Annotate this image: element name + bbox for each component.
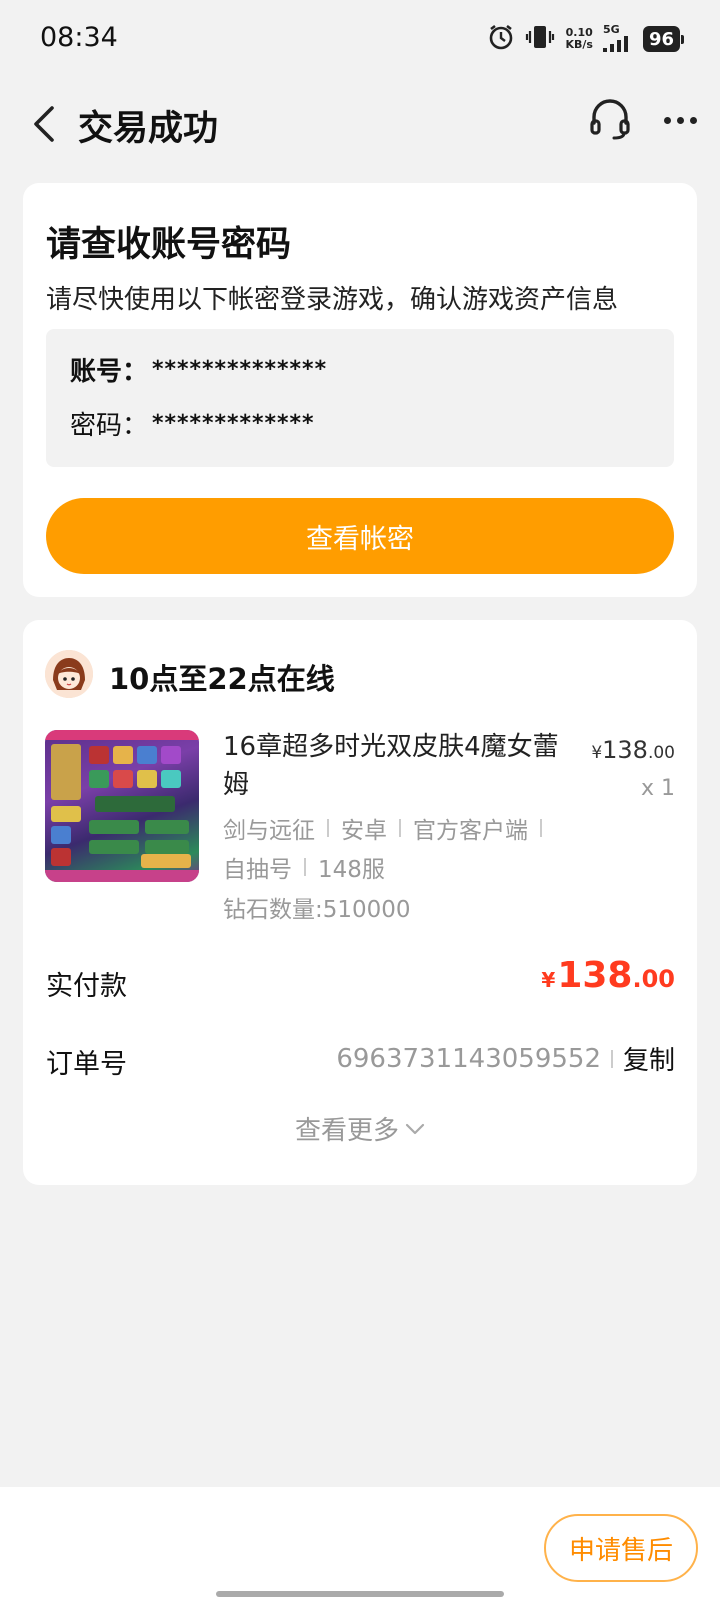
product-image[interactable]: [45, 730, 199, 882]
product-price: ¥138.00: [591, 736, 675, 764]
more-icon: [663, 116, 671, 124]
product-tags-line-1: 剑与远征 安卓 官方客户端: [223, 811, 554, 845]
copy-order-button[interactable]: 复制: [623, 1040, 675, 1077]
account-card-title: 请查收账号密码: [46, 225, 292, 265]
after-sales-button[interactable]: 申请售后: [544, 1514, 698, 1582]
credentials-box: 账号： ************** 密码： *************: [46, 329, 674, 467]
product-image-art: [137, 746, 157, 764]
product-image-art: [89, 770, 109, 788]
net-speed-unit: KB/s: [565, 38, 593, 51]
product-image-strip: [45, 870, 199, 882]
tag-platform: 安卓: [341, 818, 387, 844]
paid-amount: ¥138.00: [541, 955, 675, 996]
password-row: 密码： *************: [70, 405, 315, 442]
back-button[interactable]: [24, 102, 64, 146]
product-diamonds: 钻石数量:510000: [223, 897, 411, 923]
product-image-art: [145, 840, 189, 854]
headset-icon: [590, 99, 630, 140]
tag-client: 官方客户端: [413, 818, 528, 844]
customer-service-button[interactable]: [588, 97, 634, 143]
tag-game: 剑与远征: [223, 818, 315, 844]
seller-avatar: [45, 650, 93, 698]
header: 交易成功: [0, 82, 720, 162]
seller-online-status: 10点至22点在线: [109, 662, 335, 696]
home-indicator[interactable]: [216, 1591, 504, 1597]
page-title: 交易成功: [78, 109, 219, 149]
more-button[interactable]: [656, 97, 704, 143]
password-label: 密码：: [70, 411, 149, 441]
product-image-art: [161, 770, 181, 788]
product-image-art: [51, 848, 71, 866]
product-image-art: [137, 770, 157, 788]
more-icon-dot: [676, 116, 684, 124]
product-quantity: x 1: [640, 776, 675, 801]
product-image-art: [51, 744, 81, 800]
product-tags-line-2: 自抽号 148服: [223, 850, 385, 884]
account-card-subtitle: 请尽快使用以下帐密登录游戏，确认游戏资产信息: [46, 285, 619, 315]
tag-separator: [327, 819, 329, 837]
product-image-art: [141, 854, 191, 868]
signal-icon: [602, 35, 633, 56]
account-value: **************: [152, 357, 328, 382]
order-card: 10点至22点在线 16章超多时光双皮肤4魔女蕾姆 ¥138.00 x 1 剑与…: [23, 620, 697, 1185]
tag-separator: [304, 858, 306, 876]
product-image-art: [161, 746, 181, 764]
tag-separator: [399, 819, 401, 837]
account-row: 账号： **************: [70, 351, 327, 388]
product-image-art: [113, 770, 133, 788]
product-image-art: [89, 746, 109, 764]
order-number-group: 6963731143059552 复制: [336, 1040, 675, 1077]
status-icons: 0.10 KB/s 5G 96: [487, 22, 685, 56]
see-more-button[interactable]: 查看更多: [23, 1110, 697, 1147]
product-image-art: [145, 820, 189, 834]
status-bar: 08:34 0.10 KB/s 5G 96: [0, 0, 720, 80]
tag-account-type: 自抽号: [223, 857, 292, 883]
order-number-label: 订单号: [46, 1049, 127, 1080]
password-value: *************: [152, 411, 315, 436]
alarm-icon: [487, 23, 515, 55]
product-image-art: [95, 796, 175, 812]
product-image-art: [89, 820, 139, 834]
order-number: 6963731143059552: [336, 1043, 601, 1074]
bottom-bar: 申请售后: [0, 1487, 720, 1600]
product-price-int: 138: [602, 736, 648, 764]
paid-amount-currency: ¥: [541, 968, 556, 992]
network-type: 5G: [602, 22, 620, 36]
signal-group: 5G: [602, 22, 633, 56]
product-image-art: [89, 840, 139, 854]
battery-icon: 96: [642, 26, 685, 52]
tag-separator: [540, 819, 542, 837]
vibrate-icon: [525, 23, 555, 55]
product-price-currency: ¥: [591, 743, 603, 763]
net-speed: 0.10 KB/s: [565, 27, 592, 51]
product-image-art: [51, 826, 71, 844]
product-image-art: [51, 806, 81, 822]
order-separator: [610, 1049, 613, 1068]
chevron-down-icon: [405, 1123, 425, 1134]
account-card: 请查收账号密码 请尽快使用以下帐密登录游戏，确认游戏资产信息 账号： *****…: [23, 183, 697, 597]
product-title[interactable]: 16章超多时光双皮肤4魔女蕾姆: [223, 728, 583, 804]
status-time: 08:34: [40, 22, 118, 53]
tag-server: 148服: [318, 857, 385, 883]
product-image-strip: [45, 730, 199, 740]
paid-amount-label: 实付款: [46, 971, 127, 1002]
product-price-dec: .00: [647, 743, 675, 763]
back-icon: [34, 106, 54, 142]
account-label: 账号：: [70, 357, 149, 387]
view-credentials-button[interactable]: 查看帐密: [46, 498, 674, 574]
paid-amount-dec: .00: [632, 965, 675, 993]
paid-amount-int: 138: [557, 955, 633, 996]
product-image-art: [113, 746, 133, 764]
see-more-label: 查看更多: [294, 1116, 399, 1146]
more-icon-dot: [689, 116, 697, 124]
